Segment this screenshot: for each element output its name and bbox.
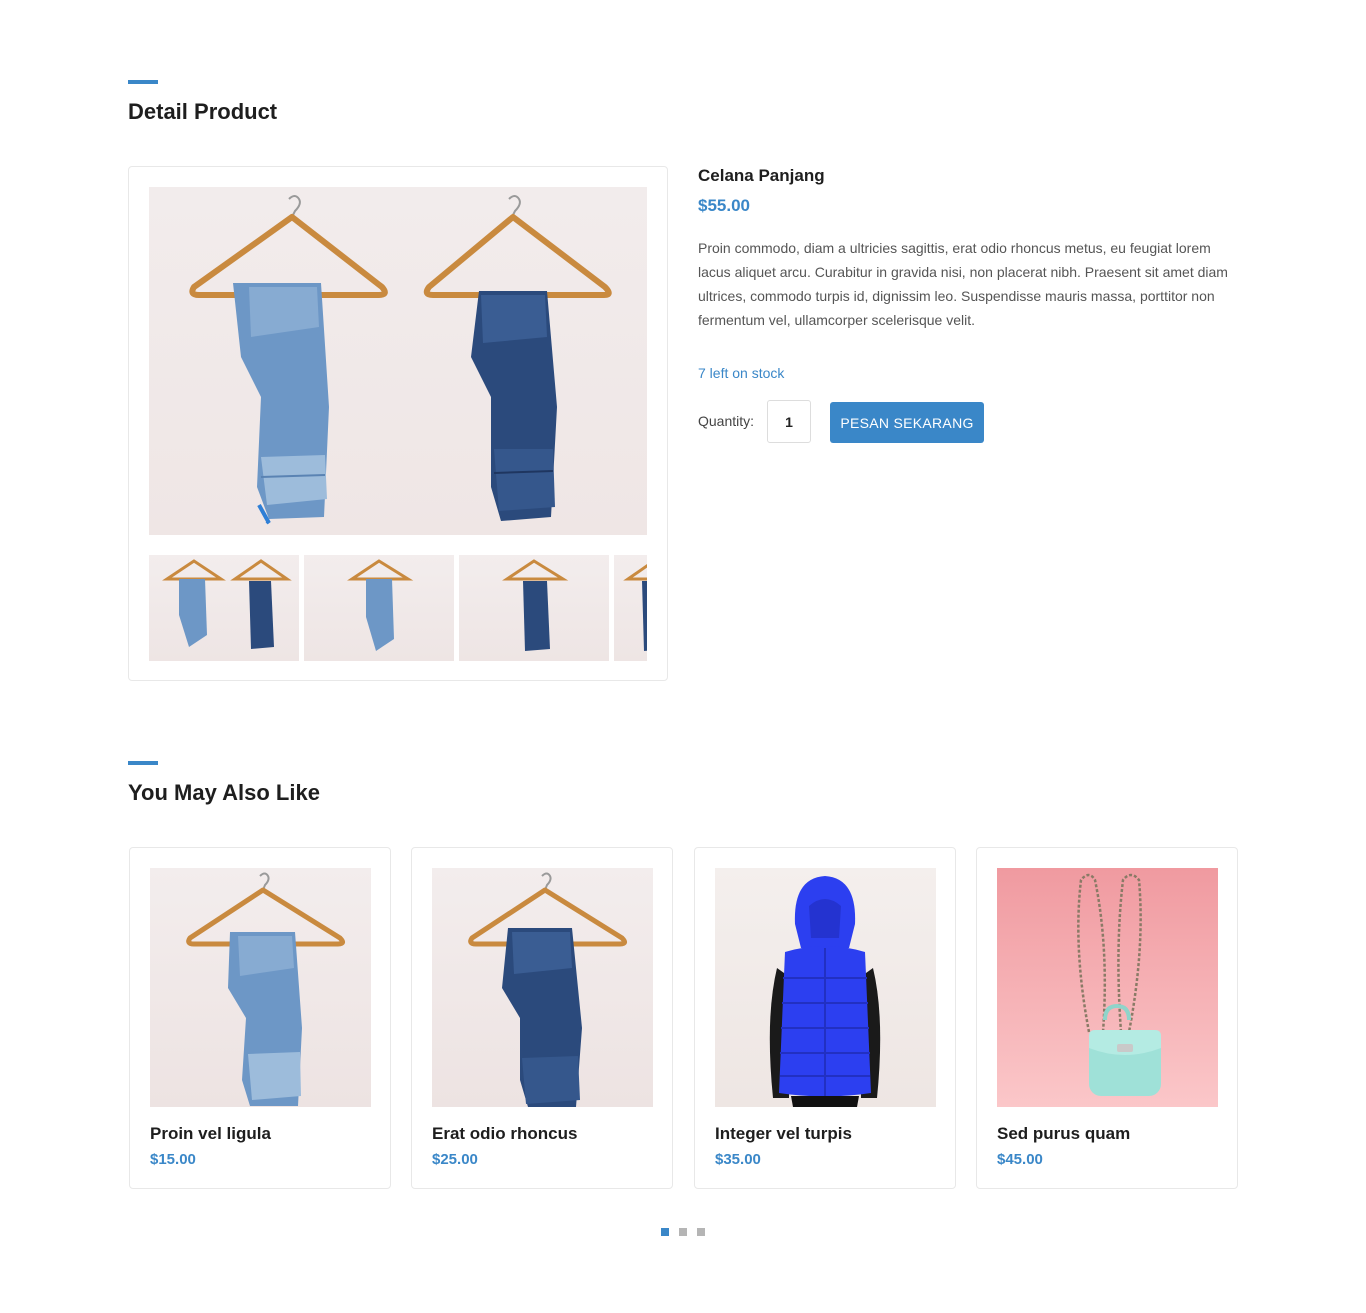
hanger-image bbox=[189, 195, 388, 298]
product-card-price: $15.00 bbox=[150, 1151, 196, 1168]
section-accent-bar bbox=[128, 80, 158, 84]
product-card-price: $25.00 bbox=[432, 1151, 478, 1168]
thumbnail-item[interactable] bbox=[614, 555, 647, 661]
product-card-name[interactable]: Erat odio rhoncus bbox=[432, 1124, 577, 1144]
hanger-image bbox=[423, 195, 612, 298]
product-card[interactable]: Proin vel ligula $15.00 bbox=[129, 847, 391, 1189]
product-name: Celana Panjang bbox=[698, 166, 825, 185]
stock-status: 7 left on stock bbox=[698, 365, 785, 381]
product-price: $55.00 bbox=[698, 196, 750, 215]
product-card-image[interactable] bbox=[150, 868, 371, 1107]
product-card-name[interactable]: Proin vel ligula bbox=[150, 1124, 271, 1144]
thumbnail-strip bbox=[149, 555, 647, 661]
light-jeans-image bbox=[233, 283, 329, 525]
product-card-name[interactable]: Sed purus quam bbox=[997, 1124, 1130, 1144]
product-gallery bbox=[128, 166, 668, 681]
thumbnail-item[interactable] bbox=[149, 555, 299, 661]
carousel-dot[interactable] bbox=[679, 1228, 687, 1236]
thumbnail-item[interactable] bbox=[304, 555, 454, 661]
product-card-image[interactable] bbox=[997, 868, 1218, 1107]
product-card[interactable]: Integer vel turpis $35.00 bbox=[694, 847, 956, 1189]
thumbnail-item[interactable] bbox=[459, 555, 609, 661]
quantity-label: Quantity: bbox=[698, 413, 755, 429]
order-now-button[interactable]: PESAN SEKARANG bbox=[830, 402, 984, 443]
product-card[interactable]: Sed purus quam $45.00 bbox=[976, 847, 1238, 1189]
related-section-title: You May Also Like bbox=[128, 780, 320, 805]
quantity-input[interactable] bbox=[767, 400, 811, 443]
section-accent-bar bbox=[128, 761, 158, 765]
carousel-dot[interactable] bbox=[661, 1228, 669, 1236]
carousel-dot[interactable] bbox=[697, 1228, 705, 1236]
product-card-image[interactable] bbox=[715, 868, 936, 1107]
product-card-name[interactable]: Integer vel turpis bbox=[715, 1124, 852, 1144]
product-card[interactable]: Erat odio rhoncus $25.00 bbox=[411, 847, 673, 1189]
product-card-price: $35.00 bbox=[715, 1151, 761, 1168]
product-description: Proin commodo, diam a ultricies sagittis… bbox=[698, 240, 1228, 328]
product-card-price: $45.00 bbox=[997, 1151, 1043, 1168]
product-card-image[interactable] bbox=[432, 868, 653, 1107]
detail-section-title: Detail Product bbox=[128, 99, 278, 124]
dark-jeans-image bbox=[471, 291, 557, 521]
main-product-image[interactable] bbox=[149, 187, 647, 535]
